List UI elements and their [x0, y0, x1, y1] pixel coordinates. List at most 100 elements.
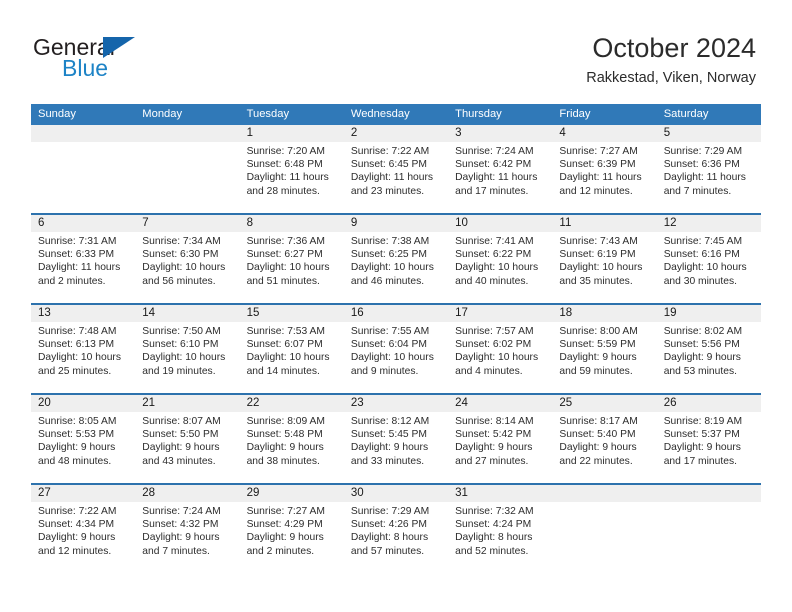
- day-detail-line: and 59 minutes.: [559, 365, 633, 377]
- day-detail-line: and 25 minutes.: [38, 365, 112, 377]
- day-number[interactable]: 21: [135, 395, 239, 412]
- day-number[interactable]: 13: [31, 305, 135, 322]
- day-detail-line: Sunrise: 8:05 AM: [38, 416, 117, 427]
- day-number[interactable]: 29: [240, 485, 344, 502]
- day-number[interactable]: 31: [448, 485, 552, 502]
- day-detail-line: Daylight: 9 hours: [455, 442, 533, 454]
- day-number[interactable]: 8: [240, 215, 344, 232]
- day-detail-line: Sunrise: 7:53 AM: [246, 326, 325, 337]
- day-detail-line: Daylight: 11 hours: [559, 172, 642, 184]
- week-body-row: Sunrise: 7:48 AM Sunset: 6:13 PM Daylight:…: [31, 322, 761, 393]
- day-number[interactable]: 18: [552, 305, 656, 322]
- day-detail-line: Sunset: 4:34 PM: [38, 519, 115, 531]
- day-detail-line: Sunset: 4:29 PM: [246, 519, 323, 531]
- day-detail-line: Sunset: 6:48 PM: [246, 159, 323, 171]
- day-detail-line: Daylight: 9 hours: [38, 532, 116, 544]
- day-cell-details: Sunrise: 8:00 AM Sunset: 5:59 PM Daylight:…: [552, 322, 656, 393]
- day-detail-line: Sunset: 6:42 PM: [455, 159, 532, 171]
- day-cell-details: [135, 142, 239, 213]
- day-number[interactable]: 14: [135, 305, 239, 322]
- day-cell-details: Sunrise: 7:48 AM Sunset: 6:13 PM Daylight:…: [31, 322, 135, 393]
- day-number[interactable]: 9: [344, 215, 448, 232]
- page-title: October 2024: [592, 33, 756, 63]
- day-detail-line: Sunrise: 7:50 AM: [142, 326, 221, 337]
- day-detail-line: Daylight: 10 hours: [142, 352, 226, 364]
- week-body-row: Sunrise: 7:22 AM Sunset: 4:34 PM Daylight:…: [31, 502, 761, 573]
- week-body-row: Sunrise: 8:05 AM Sunset: 5:53 PM Daylight:…: [31, 412, 761, 483]
- day-detail-line: Sunset: 5:59 PM: [559, 339, 636, 351]
- day-detail-line: Sunset: 6:16 PM: [663, 249, 740, 261]
- day-number[interactable]: 3: [448, 125, 552, 142]
- day-detail-line: Daylight: 11 hours: [663, 172, 746, 184]
- day-detail-line: Sunrise: 7:29 AM: [350, 506, 430, 517]
- day-number[interactable]: 6: [31, 215, 135, 232]
- day-number[interactable]: 4: [552, 125, 656, 142]
- day-number[interactable]: 11: [552, 215, 656, 232]
- day-detail-line: Sunset: 5:48 PM: [246, 429, 323, 441]
- day-number[interactable]: 23: [344, 395, 448, 412]
- day-number[interactable]: 15: [240, 305, 344, 322]
- day-detail-line: Sunrise: 7:27 AM: [246, 506, 325, 517]
- day-cell-details: Sunrise: 7:57 AM Sunset: 6:02 PM Daylight:…: [448, 322, 552, 393]
- day-detail-line: Sunset: 4:26 PM: [350, 519, 427, 531]
- day-number[interactable]: 1: [240, 125, 344, 142]
- day-number[interactable]: 30: [344, 485, 448, 502]
- day-cell-details: Sunrise: 7:24 AM Sunset: 6:42 PM Daylight:…: [448, 142, 552, 213]
- day-number[interactable]: 16: [344, 305, 448, 322]
- day-detail-line: Sunrise: 7:24 AM: [455, 146, 534, 157]
- weekday-header-wednesday: Wednesday: [350, 108, 410, 120]
- day-detail-line: and 7 minutes.: [142, 545, 210, 557]
- day-number[interactable]: 19: [657, 305, 761, 322]
- day-number[interactable]: 5: [657, 125, 761, 142]
- weekday-header-row: Sunday Monday Tuesday Wednesday Thursday Frid…: [31, 104, 761, 125]
- day-number[interactable]: 22: [240, 395, 344, 412]
- day-number[interactable]: 27: [31, 485, 135, 502]
- day-number[interactable]: 17: [448, 305, 552, 322]
- day-number[interactable]: 28: [135, 485, 239, 502]
- calendar-week-row: 20 21 22 23 24 25 26 Sunrise: 8:05 AM Sunset: 5:…: [31, 393, 761, 483]
- day-cell-details: Sunrise: 7:36 AM Sunset: 6:27 PM Daylight:…: [240, 232, 344, 303]
- day-number[interactable]: 12: [657, 215, 761, 232]
- weekday-header-monday: Monday: [142, 108, 183, 120]
- weekday-header-tuesday: Tuesday: [246, 108, 290, 120]
- day-detail-line: and 52 minutes.: [455, 545, 529, 557]
- day-detail-line: Sunrise: 8:00 AM: [559, 326, 638, 337]
- day-number[interactable]: 10: [448, 215, 552, 232]
- week-day-number-band: 20 21 22 23 24 25 26: [31, 395, 761, 412]
- day-detail-line: Daylight: 10 hours: [350, 352, 434, 364]
- week-day-number-band: 12345: [31, 125, 761, 142]
- day-number[interactable]: 26: [657, 395, 761, 412]
- day-detail-line: Daylight: 11 hours: [455, 172, 538, 184]
- day-detail-line: Sunset: 6:36 PM: [663, 159, 740, 171]
- day-detail-line: Daylight: 11 hours: [350, 172, 434, 184]
- day-detail-line: Sunset: 5:37 PM: [663, 429, 740, 441]
- day-cell-details: Sunrise: 8:02 AM Sunset: 5:56 PM Daylight:…: [657, 322, 761, 393]
- day-number[interactable]: 2: [344, 125, 448, 142]
- day-number[interactable]: 7: [135, 215, 239, 232]
- calendar-week-row: 13 14 15 16 17 18 19 Sunrise: 7:48 AM Sunset: 6:…: [31, 303, 761, 393]
- day-cell-details: Sunrise: 7:22 AM Sunset: 6:45 PM Daylight:…: [344, 142, 448, 213]
- day-detail-line: and 51 minutes.: [246, 275, 320, 287]
- day-number[interactable]: 25: [552, 395, 656, 412]
- day-detail-line: Sunrise: 7:43 AM: [559, 236, 638, 247]
- weekday-header-friday: Friday: [559, 108, 591, 120]
- day-detail-line: Daylight: 10 hours: [38, 352, 121, 364]
- day-number[interactable]: 20: [31, 395, 135, 412]
- general-blue-logo[interactable]: General Blue: [33, 34, 233, 90]
- week-day-number-band: 13 14 15 16 17 18 19: [31, 305, 761, 322]
- day-detail-line: Daylight: 9 hours: [559, 442, 637, 454]
- day-detail-line: Sunrise: 7:24 AM: [142, 506, 221, 517]
- day-detail-line: Sunset: 5:56 PM: [663, 339, 740, 351]
- day-detail-line: Daylight: 9 hours: [142, 442, 220, 454]
- day-detail-line: and 9 minutes.: [350, 365, 419, 377]
- day-number[interactable]: 24: [448, 395, 552, 412]
- day-detail-line: Daylight: 9 hours: [142, 532, 220, 544]
- day-cell-details: Sunrise: 7:38 AM Sunset: 6:25 PM Daylight:…: [344, 232, 448, 303]
- calendar-grid: Sunday Monday Tuesday Wednesday Thursday Frid…: [31, 104, 761, 573]
- day-detail-line: and 57 minutes.: [350, 545, 425, 557]
- day-detail-line: Daylight: 10 hours: [455, 262, 539, 274]
- day-detail-line: Sunset: 6:10 PM: [142, 339, 219, 351]
- calendar-week-row: 6 7 8 9 10 11 12 Sunrise: 7:31 AM Sunset: 6:33 P…: [31, 213, 761, 303]
- day-detail-line: and 48 minutes.: [38, 455, 112, 467]
- calendar-weeks: 1 2 3 4 5 Sunrise: 7:20 AM Sunset: 6:48 PM Dayl…: [31, 125, 761, 573]
